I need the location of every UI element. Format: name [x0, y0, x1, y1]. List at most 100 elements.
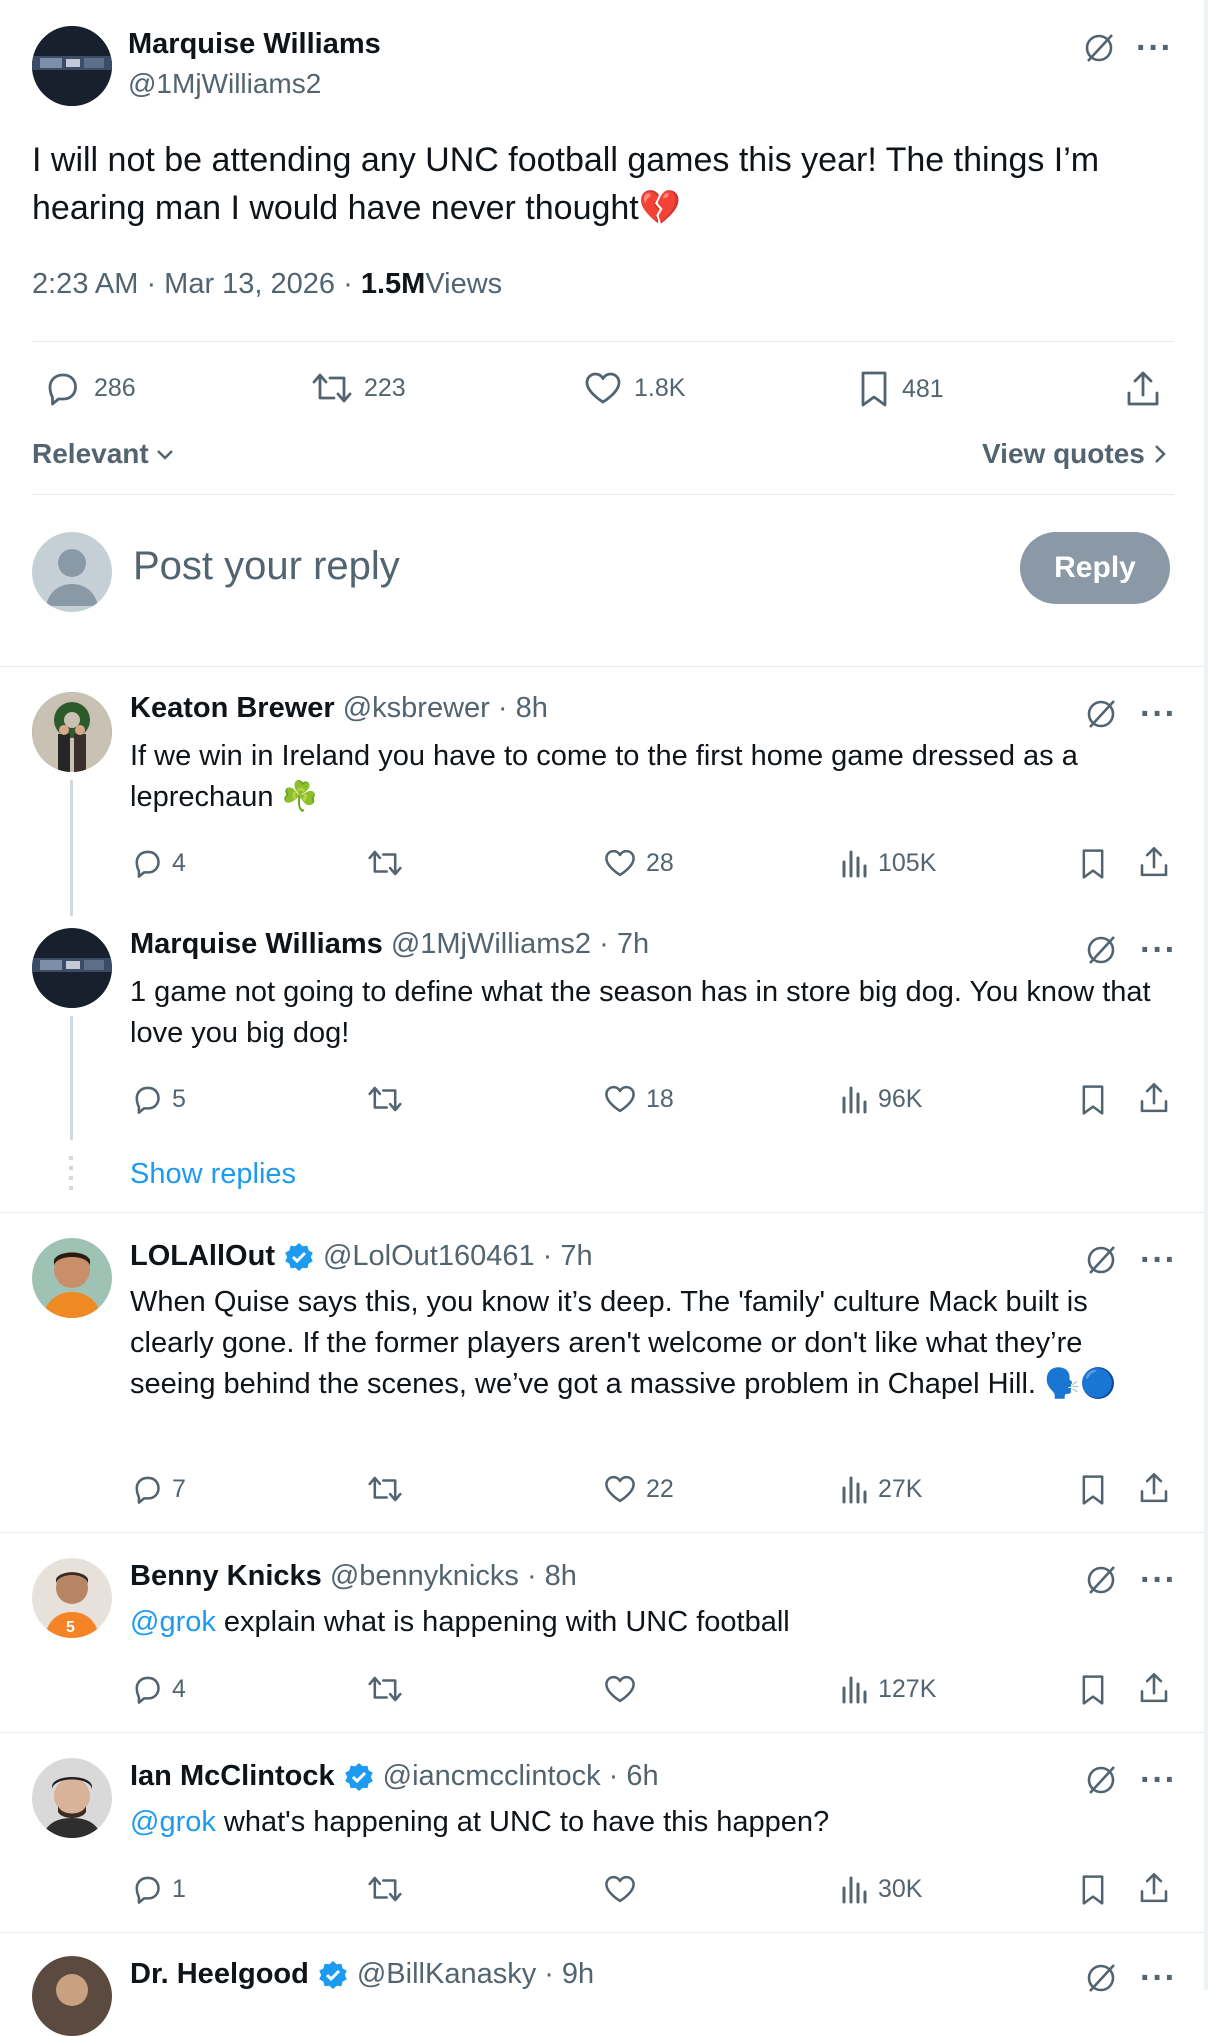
reply-action[interactable]: 4 — [130, 1672, 186, 1706]
views-count: 1.5M — [360, 268, 426, 300]
mention-link[interactable]: @grok — [130, 1806, 216, 1838]
post-timestamp[interactable]: 2:23 AM · Mar 13, 2026 · — [32, 268, 361, 300]
reply-count: 4 — [172, 1674, 186, 1703]
share-action[interactable] — [1136, 1670, 1172, 1706]
reply-time[interactable]: · 7h — [543, 1240, 593, 1273]
like-action[interactable]: 1.8K — [582, 368, 685, 408]
reply-action[interactable]: 7 — [130, 1472, 186, 1506]
grok-icon[interactable] — [1084, 932, 1120, 968]
more-options-icon[interactable]: ··· — [1136, 31, 1173, 65]
views-action[interactable]: 105K — [840, 846, 936, 880]
bookmark-action[interactable] — [1078, 1672, 1108, 1708]
repost-action[interactable] — [366, 1672, 404, 1706]
sort-dropdown[interactable]: Relevant — [32, 438, 175, 470]
show-replies-link[interactable]: Show replies — [130, 1158, 296, 1191]
reply-author-name[interactable]: Benny Knicks — [130, 1560, 322, 1592]
share-action[interactable] — [1136, 1470, 1172, 1506]
divider — [0, 1532, 1208, 1533]
reply-avatar[interactable]: 5 — [32, 1558, 112, 1638]
share-action[interactable] — [1136, 844, 1172, 880]
reply-author-name[interactable]: Ian McClintock — [130, 1760, 335, 1793]
mention-link[interactable]: @grok — [130, 1606, 216, 1638]
like-count: 28 — [646, 848, 674, 877]
verified-badge-icon — [285, 1242, 313, 1271]
reply-author-handle[interactable]: @bennyknicks — [330, 1560, 519, 1592]
grok-icon[interactable] — [1084, 696, 1120, 732]
repost-action[interactable] — [366, 846, 404, 880]
reply-action[interactable]: 1 — [130, 1872, 186, 1906]
reply-button[interactable]: Reply — [1020, 532, 1170, 604]
reply-input[interactable]: Post your reply — [133, 544, 953, 596]
like-action[interactable] — [602, 1872, 638, 1906]
reply-time[interactable]: · 8h — [498, 692, 548, 724]
more-options-icon[interactable]: ··· — [1140, 1563, 1177, 1597]
reply-avatar[interactable] — [32, 692, 112, 772]
reply-author-handle[interactable]: @BillKanasky — [357, 1958, 536, 1991]
repost-icon — [368, 1676, 402, 1702]
author-handle[interactable]: @1MjWilliams2 — [128, 68, 321, 100]
reply-avatar[interactable] — [32, 1758, 112, 1838]
bookmark-action[interactable] — [1078, 1082, 1108, 1118]
reply-avatar[interactable] — [32, 1956, 112, 2036]
more-options-icon[interactable]: ··· — [1140, 1243, 1177, 1277]
more-options-icon[interactable]: ··· — [1140, 1763, 1177, 1797]
share-action[interactable] — [1122, 368, 1164, 410]
more-options-icon[interactable]: ··· — [1140, 697, 1177, 731]
sort-label: Relevant — [32, 438, 149, 469]
reply-author-name[interactable]: Dr. Heelgood — [130, 1958, 309, 1991]
bookmark-action[interactable]: 481 — [856, 368, 944, 410]
bookmark-icon — [1082, 1085, 1104, 1115]
reply-action[interactable]: 5 — [130, 1082, 186, 1116]
repost-action[interactable]: 223 — [310, 368, 406, 408]
grok-icon[interactable] — [1084, 1762, 1120, 1798]
views-action[interactable]: 96K — [840, 1082, 922, 1116]
repost-action[interactable] — [366, 1082, 404, 1116]
views-action[interactable]: 27K — [840, 1472, 922, 1506]
reply-text: If we win in Ireland you have to come to… — [130, 740, 1078, 813]
share-action[interactable] — [1136, 1870, 1172, 1906]
reply-action[interactable]: 4 — [130, 846, 186, 880]
reply-time[interactable]: · 6h — [609, 1760, 659, 1793]
views-action[interactable]: 127K — [840, 1672, 936, 1706]
share-icon — [1140, 847, 1168, 877]
reply-author-handle[interactable]: @ksbrewer — [343, 692, 490, 724]
reply-time[interactable]: · 8h — [527, 1560, 577, 1592]
reply-author-handle[interactable]: @iancmcclintock — [383, 1760, 601, 1793]
reply-avatar[interactable] — [32, 1238, 112, 1318]
bookmark-action[interactable] — [1078, 1872, 1108, 1908]
share-action[interactable] — [1136, 1080, 1172, 1116]
like-action[interactable] — [602, 1672, 638, 1706]
bookmark-action[interactable] — [1078, 1472, 1108, 1508]
reply-header: Keaton Brewer @ksbrewer · 8h — [130, 692, 548, 725]
author-avatar[interactable] — [32, 26, 112, 106]
grok-icon[interactable] — [1084, 1562, 1120, 1598]
reply-author-handle[interactable]: @LolOut160461 — [323, 1240, 535, 1273]
grok-icon[interactable] — [1084, 1960, 1120, 1996]
reply-author-name[interactable]: Marquise Williams — [130, 928, 383, 960]
views-action[interactable]: 30K — [840, 1872, 922, 1906]
more-options-icon[interactable]: ··· — [1140, 1961, 1177, 1995]
grok-icon[interactable] — [1084, 1242, 1120, 1278]
reply-author-handle[interactable]: @1MjWilliams2 — [391, 928, 591, 960]
reply-avatar[interactable] — [32, 928, 112, 1008]
like-action[interactable]: 22 — [602, 1472, 674, 1506]
reply-author-name[interactable]: LOLAllOut — [130, 1240, 275, 1273]
repost-action[interactable] — [366, 1472, 404, 1506]
view-quotes-link[interactable]: View quotes — [982, 438, 1167, 470]
bookmark-action[interactable] — [1078, 846, 1108, 882]
author-name[interactable]: Marquise Williams — [128, 28, 381, 61]
reply-text-body: explain what is happening with UNC footb… — [215, 1606, 790, 1638]
reply-time[interactable]: · 9h — [544, 1958, 594, 1991]
analytics-icon — [842, 1676, 867, 1704]
svg-text:5: 5 — [66, 1619, 75, 1636]
reply-action[interactable]: 286 — [42, 368, 136, 408]
like-action[interactable]: 28 — [602, 846, 674, 880]
repost-action[interactable] — [366, 1872, 404, 1906]
reply-time[interactable]: · 7h — [599, 928, 649, 960]
repost-icon — [312, 373, 352, 403]
grok-icon[interactable] — [1082, 30, 1118, 66]
verified-badge-icon — [319, 1960, 347, 1989]
like-action[interactable]: 18 — [602, 1082, 674, 1116]
reply-author-name[interactable]: Keaton Brewer — [130, 692, 335, 724]
more-options-icon[interactable]: ··· — [1140, 933, 1177, 967]
